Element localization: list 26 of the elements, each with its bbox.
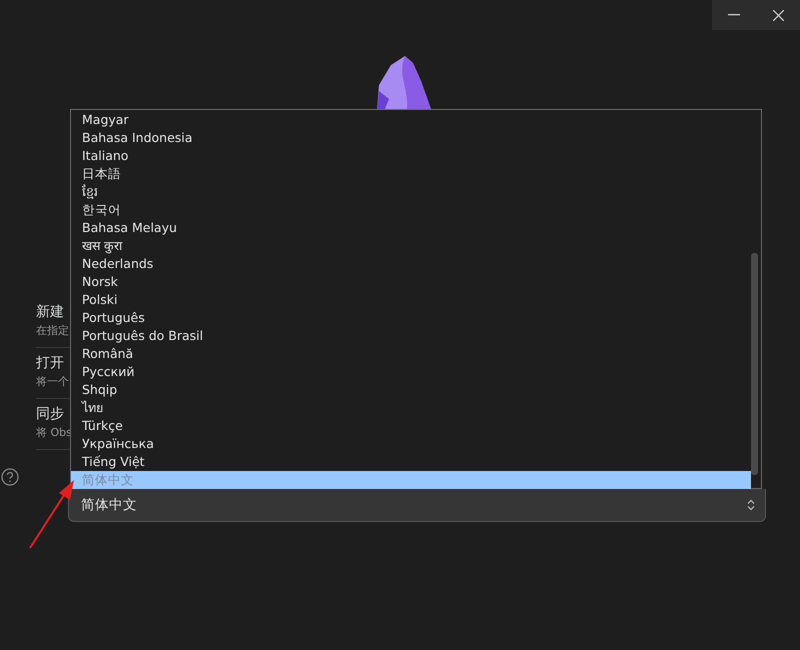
language-option[interactable]: ไทย [71, 399, 751, 417]
language-option[interactable]: Bahasa Melayu [71, 219, 751, 237]
setting-description: 在指定 [36, 323, 69, 339]
language-option[interactable]: Українська [71, 435, 751, 453]
language-option[interactable]: 日本語 [71, 165, 751, 183]
setting-title: 新建 [36, 303, 64, 322]
language-option[interactable]: 한국어 [71, 201, 751, 219]
language-option[interactable]: Türkçe [71, 417, 751, 435]
language-option[interactable]: Italiano [71, 147, 751, 165]
language-option[interactable]: Magyar [71, 111, 751, 129]
language-option[interactable]: Polski [71, 291, 751, 309]
language-option[interactable]: खस कुरा [71, 237, 751, 255]
language-option[interactable]: Norsk [71, 273, 751, 291]
language-option[interactable]: Bahasa Indonesia [71, 129, 751, 147]
language-select[interactable]: 简体中文 [68, 489, 766, 522]
language-option[interactable]: ខ្មែរ [71, 183, 751, 201]
setting-title: 打开 [36, 354, 64, 373]
language-option[interactable]: Shqip [71, 381, 751, 399]
language-option[interactable]: Nederlands [71, 255, 751, 273]
language-option[interactable]: Română [71, 345, 751, 363]
language-option[interactable]: Tiếng Việt [71, 453, 751, 471]
language-option[interactable]: Português do Brasil [71, 327, 751, 345]
setting-description: 将一个 [36, 374, 69, 390]
language-option[interactable]: Português [71, 309, 751, 327]
language-option[interactable]: Русский [71, 363, 751, 381]
setting-title: 同步 [36, 405, 64, 424]
